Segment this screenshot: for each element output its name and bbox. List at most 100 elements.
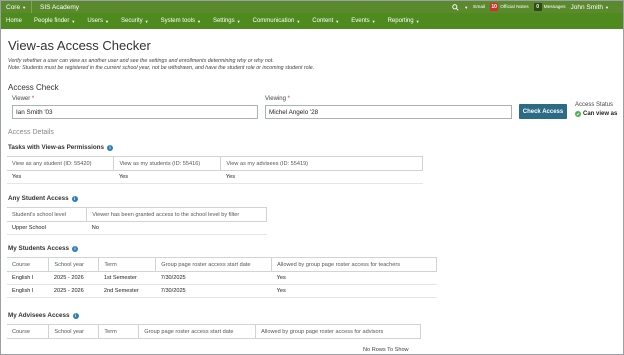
required-marker: *: [31, 96, 35, 102]
column-header[interactable]: School year: [48, 324, 100, 339]
nav-system-tools[interactable]: System tools ▼: [161, 18, 201, 24]
info-icon[interactable]: i: [71, 195, 78, 202]
table-cell: Yes: [271, 284, 437, 298]
nav-home[interactable]: Home: [6, 18, 22, 24]
app-window: Core ▼ SIS Academy ▼ Email 10 Official N…: [0, 0, 624, 355]
column-header[interactable]: School year: [48, 257, 100, 272]
nav-reporting[interactable]: Reporting ▼: [388, 18, 420, 24]
table-cell: Upper School: [7, 221, 87, 235]
viewer-label: Viewer *: [12, 96, 34, 102]
column-header[interactable]: View as my advisees (ID: 55419): [220, 156, 423, 171]
column-header[interactable]: Group page roster access start date: [155, 257, 273, 272]
required-marker: *: [287, 96, 290, 102]
table-row: English I 2025 - 2026 2nd Semester 7/30/…: [7, 284, 437, 298]
table-cell: No: [86, 221, 267, 235]
nav-label: Reporting: [387, 18, 414, 24]
chevron-down-icon[interactable]: ▼: [464, 5, 468, 10]
official-notes-label: Official Notes: [500, 4, 529, 10]
my-students-access-heading: My Students Access i: [8, 245, 79, 252]
viewing-input[interactable]: Michel Angelo '28: [265, 105, 512, 119]
table-row: English I 2025 - 2026 1st Semester 7/30/…: [7, 271, 437, 285]
chevron-down-icon: ▼: [371, 18, 376, 24]
viewer-value: Ian Smith '03: [16, 108, 53, 116]
table-cell: 7/30/2025: [155, 284, 272, 298]
table-cell: English I: [7, 284, 49, 298]
access-status-value: Can view as: [575, 111, 617, 117]
table-cell: 1st Semester: [98, 271, 156, 285]
nav-label: Events: [351, 18, 370, 24]
main-nav: Home People finder ▼ Users ▼ Security ▼ Sys…: [1, 13, 623, 29]
viewer-input[interactable]: Ian Smith '03: [12, 105, 258, 119]
top-bar: Core ▼ SIS Academy ▼ Email 10 Official N…: [1, 1, 623, 13]
column-header[interactable]: Allowed by group page roster access for …: [255, 324, 421, 339]
column-header[interactable]: Viewer has been granted access to the sc…: [86, 207, 267, 222]
check-access-button[interactable]: Check Access: [519, 104, 567, 119]
chevron-down-icon: ▼: [197, 18, 201, 24]
core-menu[interactable]: Core ▼: [1, 4, 31, 11]
table-cell: 2025 - 2026: [48, 271, 99, 285]
column-header[interactable]: View as my students (ID: 55416): [113, 156, 222, 171]
chevron-down-icon: ▼: [236, 18, 241, 24]
nav-label: Security: [120, 18, 143, 24]
table-row: Upper School No: [7, 221, 267, 235]
column-header[interactable]: Allowed by group page roster access for …: [271, 257, 437, 272]
chevron-down-icon: ▼: [296, 18, 301, 24]
viewing-label-text: Viewing: [265, 96, 286, 102]
my-advisees-access-heading: My Advisees Access i: [8, 312, 79, 319]
table-cell: 2025 - 2026: [48, 284, 99, 298]
email-label: Email: [473, 4, 486, 10]
tasks-permissions-title: Tasks with View-as Permissions: [8, 144, 105, 151]
info-icon[interactable]: i: [72, 312, 79, 319]
table-header-row: Student's school level Viewer has been g…: [7, 207, 267, 222]
info-icon[interactable]: i: [107, 144, 114, 151]
table-cell: Yes: [271, 271, 437, 285]
any-student-access-title: Any Student Access: [8, 195, 69, 202]
access-details-heading: Access Details: [8, 129, 54, 136]
nav-events[interactable]: Events ▼: [351, 18, 375, 24]
table-row: Yes Yes Yes: [7, 170, 423, 184]
column-header[interactable]: Course: [7, 324, 50, 339]
nav-users[interactable]: Users ▼: [87, 18, 109, 24]
school-name: SIS Academy: [40, 3, 80, 11]
official-notes-link[interactable]: 10 Official Notes: [490, 3, 529, 11]
user-menu[interactable]: John Smith ▼: [571, 4, 610, 11]
nav-settings[interactable]: Settings ▼: [213, 18, 241, 24]
my-advisees-access-title: My Advisees Access: [8, 312, 70, 319]
chevron-down-icon: ▼: [335, 18, 340, 24]
page-description: Verify whether a user can view as anothe…: [8, 58, 568, 72]
any-student-table: Student's school level Viewer has been g…: [7, 207, 267, 235]
column-header[interactable]: Term: [98, 257, 157, 272]
description-note: Note: Students must be registered in the…: [8, 65, 315, 71]
access-check-heading: Access Check: [8, 83, 59, 92]
nav-security[interactable]: Security ▼: [121, 18, 149, 24]
check-circle-icon: [575, 111, 581, 117]
description-line: Verify whether a user can view as anothe…: [8, 58, 274, 64]
nav-content[interactable]: Content ▼: [312, 18, 339, 24]
page-title: View-as Access Checker: [8, 38, 151, 53]
no-rows-message: No Rows To Show: [363, 347, 409, 353]
table-cell: Yes: [7, 170, 114, 184]
table-header-row: Course School year Term Group page roste…: [7, 324, 421, 339]
nav-people-finder[interactable]: People finder ▼: [34, 18, 75, 24]
access-status-label: Access Status: [575, 102, 614, 108]
column-header[interactable]: View as any student (ID: 55420): [7, 156, 115, 171]
column-header[interactable]: Course: [7, 257, 50, 272]
column-header[interactable]: Group page roster access start date: [138, 324, 257, 339]
email-link[interactable]: Email: [473, 5, 485, 10]
info-icon[interactable]: i: [72, 245, 79, 252]
table-cell: Yes: [220, 170, 423, 184]
messages-label: Messages: [543, 4, 566, 10]
viewer-label-text: Viewer: [12, 96, 31, 102]
chevron-down-icon: ▼: [71, 18, 76, 24]
chevron-down-icon: ▼: [415, 18, 420, 24]
search-icon[interactable]: [452, 3, 459, 11]
notes-count-badge: 10: [490, 3, 499, 11]
nav-communication[interactable]: Communication ▼: [253, 18, 301, 24]
column-header[interactable]: Term: [98, 324, 140, 339]
column-header[interactable]: Student's school level: [7, 207, 88, 222]
chevron-down-icon: ▼: [22, 4, 27, 10]
nav-label: People finder: [34, 18, 70, 24]
my-students-access-title: My Students Access: [8, 245, 70, 252]
messages-link[interactable]: 0 Messages: [533, 3, 566, 11]
tasks-table: View as any student (ID: 55420) View as …: [7, 156, 423, 184]
